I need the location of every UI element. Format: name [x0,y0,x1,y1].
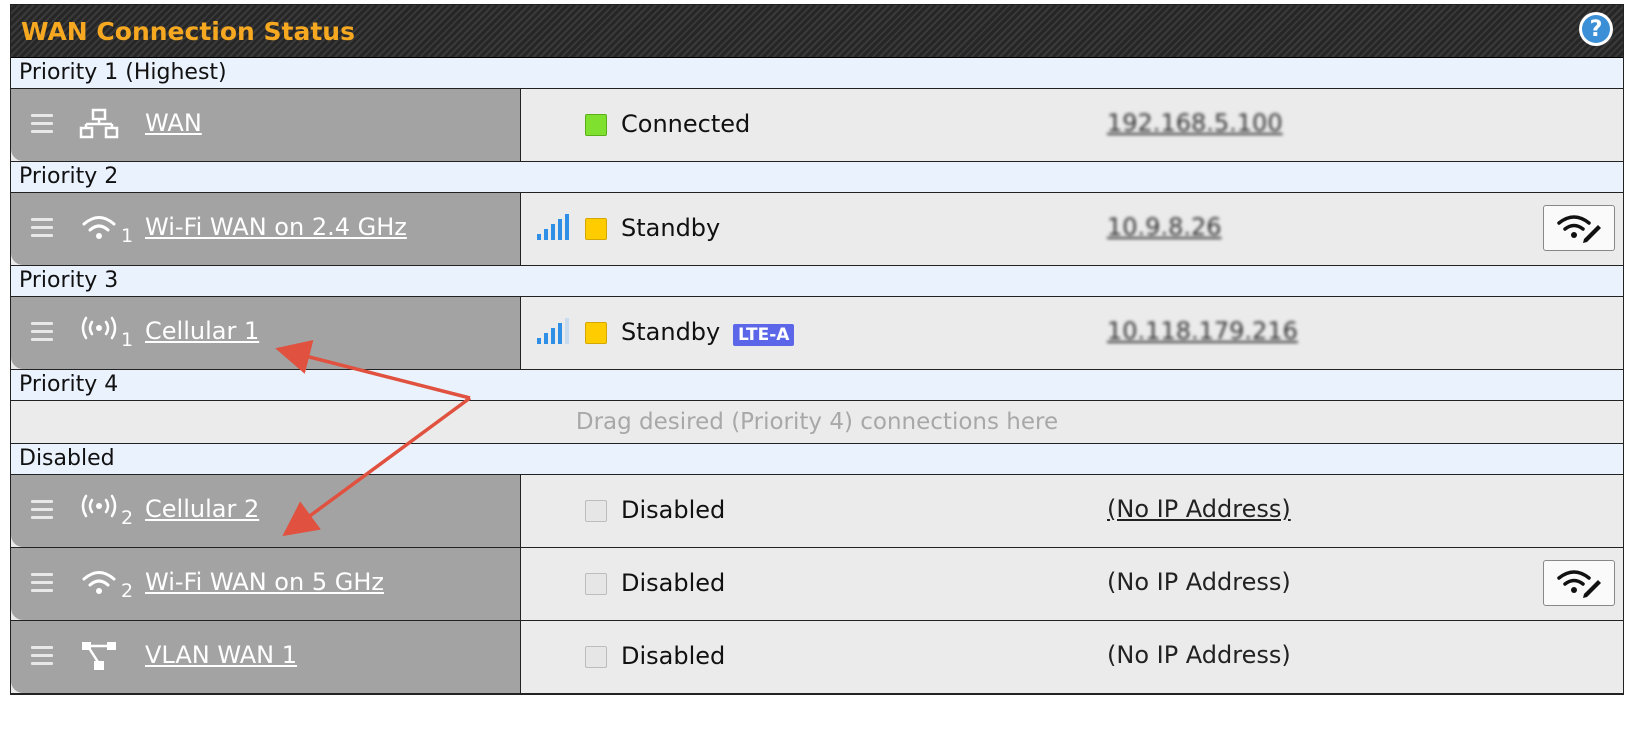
connection-row-cellular-2[interactable]: 2 Cellular 2 Disabled (No IP Address) [11,475,1623,548]
connection-row-left: 1 Wi-Fi WAN on 2.4 GHz [11,193,521,265]
connection-row-right: Standby LTE-A 10.118.179.216 [521,297,1623,369]
drag-handle-icon[interactable] [31,322,53,342]
ethernet-network-icon [79,108,119,139]
priority-4-drop-zone[interactable]: Drag desired (Priority 4) connections he… [11,401,1623,444]
connection-index: 1 [121,329,134,351]
drag-handle-icon[interactable] [31,500,53,520]
ip-address: (No IP Address) [1107,568,1291,596]
wifi-edit-icon [1557,570,1601,598]
connection-row-right: Connected 192.168.5.100 [521,89,1623,161]
wan-connection-status-panel: WAN Connection Status ? Priority 1 (High… [10,4,1624,695]
status-text: Standby [621,214,721,242]
vlan-icon [82,642,116,670]
connection-name-link[interactable]: Wi-Fi WAN on 5 GHz [145,568,384,596]
wifi-icon [82,571,116,594]
drag-handle-icon[interactable] [31,114,53,134]
connection-index: 2 [121,507,134,529]
connection-row-cellular-1[interactable]: 1 Cellular 1 Standby LTE-A 10.118.179.21… [11,297,1623,370]
ip-address[interactable]: 192.168.5.100 [1107,109,1283,137]
status-indicator [585,218,607,240]
cellular-icon [81,316,117,340]
wifi-icon [82,216,116,239]
connection-row-vlan-1[interactable]: VLAN WAN 1 Disabled (No IP Address) [11,621,1623,694]
status-indicator [585,114,607,136]
status-indicator [585,573,607,595]
cellular-icon [81,494,117,518]
connection-name-link[interactable]: WAN [145,109,202,137]
status-indicator [585,646,607,668]
status-text: Disabled [621,569,726,597]
connection-name-link[interactable]: Cellular 2 [145,495,259,523]
connection-row-left: 1 Cellular 1 [11,297,521,369]
status-text: Connected [621,110,751,138]
priority-3-header: Priority 3 [11,266,1623,297]
connection-row-wifi-24[interactable]: 1 Wi-Fi WAN on 2.4 GHz Standby 10.9.8.26 [11,193,1623,266]
connection-row-left: 2 Wi-Fi WAN on 5 GHz [11,548,521,620]
signal-bars-icon [537,318,569,344]
connection-row-wan[interactable]: WAN Connected 192.168.5.100 [11,89,1623,162]
connection-row-left: 2 Cellular 2 [11,475,521,547]
panel-title: WAN Connection Status [21,17,355,46]
ip-address[interactable]: 10.9.8.26 [1107,213,1222,241]
connection-row-left: VLAN WAN 1 [11,621,521,693]
disabled-header: Disabled [11,444,1623,475]
ip-address[interactable]: 10.118.179.216 [1107,317,1298,345]
wifi-edit-button[interactable] [1543,205,1615,251]
connection-name-link[interactable]: VLAN WAN 1 [145,641,297,669]
connection-name-link[interactable]: Wi-Fi WAN on 2.4 GHz [145,213,407,241]
status-text: Disabled [621,642,726,670]
priority-1-header: Priority 1 (Highest) [11,58,1623,89]
wifi-edit-icon [1557,215,1601,243]
drag-handle-icon[interactable] [31,646,53,666]
status-text: Disabled [621,496,726,524]
connection-name-link[interactable]: Cellular 1 [145,317,259,345]
status-indicator [585,500,607,522]
panel-title-bar: WAN Connection Status ? [11,5,1623,58]
connection-row-left: WAN [11,89,521,161]
connection-row-right: Standby 10.9.8.26 [521,193,1623,265]
wifi-edit-button[interactable] [1543,560,1615,606]
signal-bars-icon [537,214,569,240]
ip-address[interactable]: (No IP Address) [1107,495,1291,523]
priority-4-header: Priority 4 [11,370,1623,401]
connection-row-right: Disabled (No IP Address) [521,621,1623,693]
lte-a-badge: LTE-A [733,324,795,346]
priority-2-header: Priority 2 [11,162,1623,193]
connection-row-right: Disabled (No IP Address) [521,548,1623,620]
drag-handle-icon[interactable] [31,218,53,238]
connection-row-wifi-5[interactable]: 2 Wi-Fi WAN on 5 GHz Disabled (No IP Add… [11,548,1623,621]
connection-index: 2 [121,580,134,602]
connection-row-right: Disabled (No IP Address) [521,475,1623,547]
question-circle-icon[interactable]: ? [1579,12,1613,46]
status-text: Standby [621,318,721,346]
connection-index: 1 [121,225,134,247]
status-indicator [585,322,607,344]
ip-address: (No IP Address) [1107,641,1291,669]
drag-handle-icon[interactable] [31,573,53,593]
